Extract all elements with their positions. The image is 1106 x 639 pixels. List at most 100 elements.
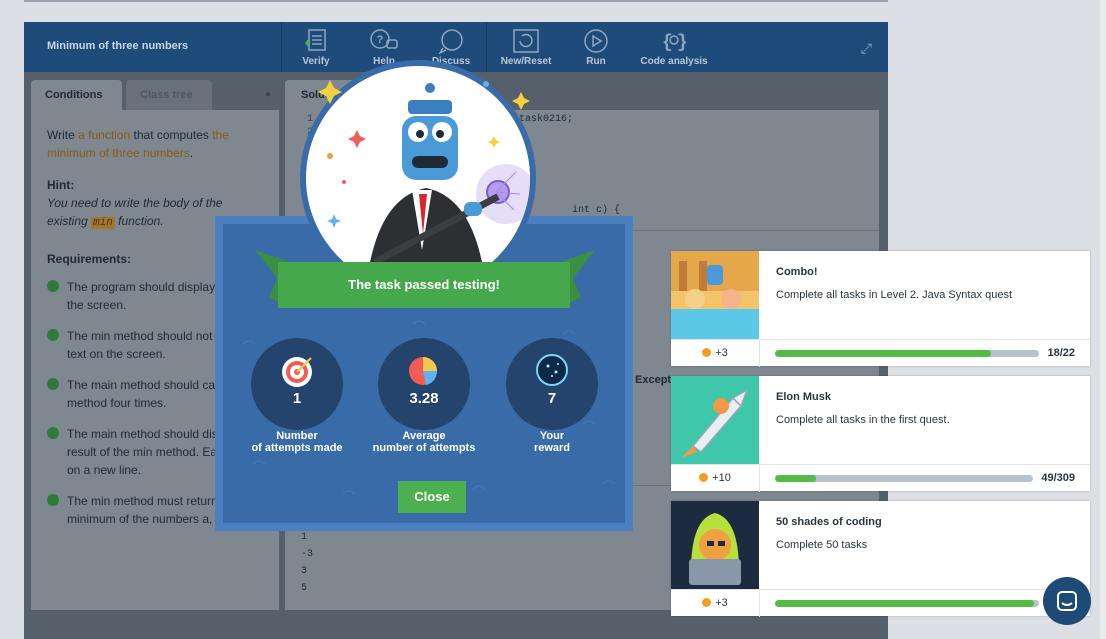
discuss-icon	[438, 29, 463, 54]
code-text: Except	[635, 374, 672, 386]
task-title: Minimum of three numbers	[47, 40, 189, 52]
requirement-text: result of the min method. Ea	[67, 445, 218, 459]
elon-musk-image	[671, 376, 759, 464]
progress-bar	[775, 600, 1039, 607]
statement-text: Write	[47, 128, 79, 142]
hint-title: Hint:	[47, 178, 75, 192]
hint-line: function.	[114, 214, 164, 228]
reward-stat	[506, 338, 598, 430]
rocket-icon	[671, 376, 759, 464]
run-button[interactable]: Run	[581, 28, 611, 67]
progress-text: 49/309	[1041, 472, 1075, 484]
medal-icon	[702, 348, 712, 357]
attempts-value: 1	[292, 390, 302, 407]
attempts-stat	[251, 338, 343, 430]
chat-icon	[1057, 591, 1077, 611]
target-icon	[282, 357, 312, 387]
achievement-footer: +3 18/22	[671, 339, 1090, 367]
achievement-footer: +10 49/309	[671, 464, 1090, 492]
hint-code: min	[91, 217, 115, 229]
svg-text:?: ?	[377, 34, 384, 46]
medal-icon	[702, 598, 712, 607]
output-line: 1	[301, 532, 308, 543]
achievement-title: Combo!	[776, 266, 818, 278]
check-icon	[47, 280, 59, 292]
achievement-card: Combo! Complete all tasks in Level 2. Ja…	[671, 251, 1090, 367]
hint-line: existing	[47, 214, 92, 228]
check-icon	[47, 427, 59, 439]
attempts-label-line: Number	[276, 430, 318, 442]
achievement-card: 50 shades of coding Complete 50 tasks +3	[671, 501, 1090, 617]
progress-fill	[775, 600, 1034, 607]
top-divider	[24, 0, 888, 2]
requirement-text: minimum of the numbers a,	[67, 512, 213, 526]
code-analysis-icon: {}	[662, 33, 688, 53]
task-statement: Write a function that computes the minimu…	[47, 126, 262, 162]
progress-fill	[775, 475, 817, 482]
achievement-title: 50 shades of coding	[776, 516, 882, 528]
statement-highlight: a function	[78, 128, 131, 142]
pin-icon[interactable]: ●	[265, 89, 271, 100]
output-line: -3	[301, 549, 314, 560]
attempts-label: Number of attempts made	[227, 430, 367, 454]
attempts-label-line: of attempts made	[251, 442, 343, 454]
reward-value: +10	[712, 472, 731, 484]
requirement-text: The main method should ca	[67, 378, 216, 392]
achievement-reward: +3	[671, 340, 760, 367]
pool-party-icon	[671, 251, 759, 339]
progress-text: 18/22	[1047, 347, 1075, 359]
left-tabs: Conditions Class tree ●	[31, 80, 279, 110]
requirement-text: text on the screen.	[67, 347, 166, 361]
code-text: int c) {	[572, 205, 621, 216]
requirement-text: on a new line.	[67, 463, 142, 477]
average-label-line: Average	[402, 430, 446, 442]
progress-bar	[775, 350, 1039, 357]
reward-value: +3	[715, 597, 728, 609]
reward-label-line: reward	[533, 442, 571, 454]
reward-label-line: Your	[539, 430, 565, 442]
achievement-title: Elon Musk	[776, 391, 832, 403]
statement-highlight: the	[212, 128, 229, 142]
check-icon	[47, 378, 59, 390]
reset-icon	[513, 29, 539, 53]
pie-icon	[409, 357, 438, 385]
code-analysis-label: Code analysis	[640, 56, 708, 67]
progress-bar	[775, 475, 1033, 482]
expand-icon[interactable]: ⤢	[861, 40, 872, 57]
output-line: 5	[301, 583, 308, 594]
average-label: Average number of attempts	[354, 430, 494, 454]
close-button[interactable]: Close	[398, 481, 466, 513]
play-icon	[584, 29, 608, 53]
average-stat	[378, 338, 470, 430]
reward-value: 7	[547, 390, 557, 407]
requirements-title: Requirements:	[47, 252, 132, 266]
tab-conditions[interactable]: Conditions	[31, 80, 122, 110]
tab-class-tree[interactable]: Class tree	[126, 80, 212, 110]
dark-matter-icon	[536, 354, 568, 386]
code-analysis-button[interactable]: {} Code analysis	[639, 28, 709, 67]
requirement-text: The min method must return	[67, 494, 218, 508]
statement-text: .	[189, 146, 194, 160]
shades-of-coding-image	[671, 501, 759, 589]
achievement-reward: +3	[671, 590, 760, 617]
average-value: 3.28	[409, 390, 439, 407]
achievement-description: Complete all tasks in the first quest.	[776, 414, 950, 426]
toolbar-divider	[281, 22, 282, 72]
achievement-footer: +3	[671, 589, 1090, 617]
sparkles-decoration	[318, 80, 530, 228]
svg-text:}: }	[677, 33, 688, 53]
achievement-reward: +10	[671, 465, 760, 492]
page-scrollbar[interactable]	[1100, 0, 1106, 639]
statement-text: that computes	[130, 128, 213, 142]
combo-image	[671, 251, 759, 339]
hooded-coder-icon	[671, 501, 759, 589]
average-label-line: number of attempts	[372, 442, 476, 454]
statement-highlight: minimum of three numbers	[47, 146, 190, 160]
requirement-text: The min method should not	[67, 329, 213, 343]
achievement-description: Complete all tasks in Level 2. Java Synt…	[776, 289, 1013, 301]
chat-button[interactable]	[1043, 577, 1091, 625]
progress-fill	[775, 350, 991, 357]
check-icon	[47, 329, 59, 341]
medal-icon	[699, 473, 709, 482]
help-icon: ?	[370, 29, 398, 49]
